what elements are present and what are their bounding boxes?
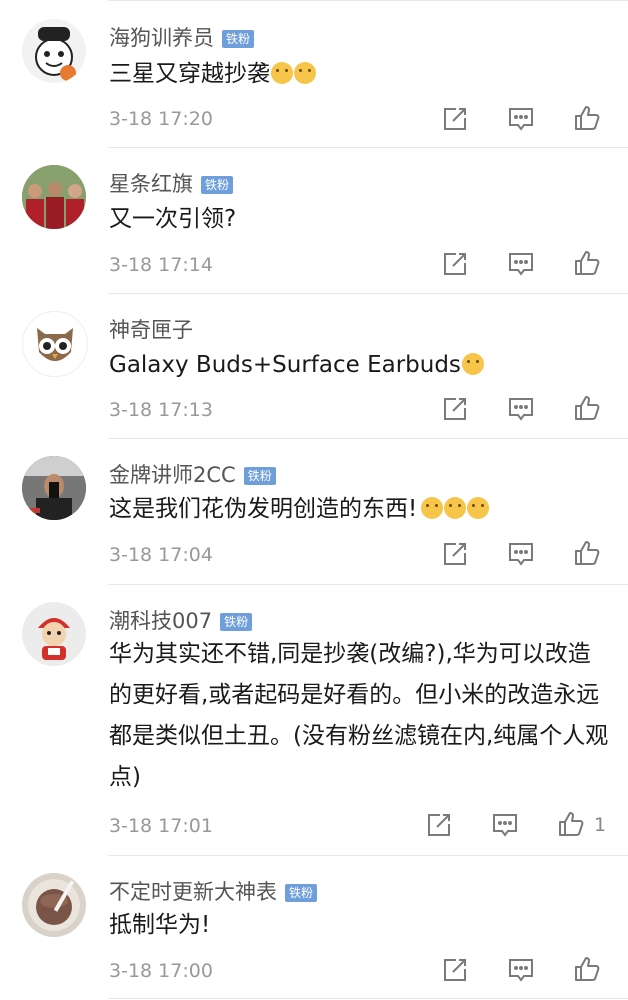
comment-icon[interactable]: [506, 394, 536, 424]
comment-icon[interactable]: [506, 249, 536, 279]
thumbs-up-icon[interactable]: [572, 954, 602, 984]
share-icon[interactable]: [440, 104, 470, 134]
emoji-icon: [271, 62, 293, 84]
avatar[interactable]: [22, 311, 88, 377]
avatar[interactable]: [22, 165, 86, 229]
comment-text: Galaxy Buds+Surface Earbuds: [109, 345, 609, 386]
comment-icon[interactable]: [506, 539, 536, 569]
timestamp: 3-18 17:13: [109, 399, 213, 421]
comment-text: 华为其实还不错,同是抄袭(改编?),华为可以改造的更好看,或者起码是好看的。但小…: [109, 641, 609, 790]
emoji-icon: [294, 62, 316, 84]
like-count: 1: [594, 814, 607, 836]
username[interactable]: 金牌讲师2CC 铁粉: [109, 459, 276, 489]
share-icon[interactable]: [440, 955, 470, 985]
divider: [108, 855, 628, 856]
timestamp: 3-18 17:20: [109, 108, 213, 130]
username[interactable]: 神奇匣子: [109, 314, 193, 344]
timestamp: 3-18 17:04: [109, 544, 213, 566]
comment-text: 抵制华为!: [109, 912, 211, 938]
avatar[interactable]: [22, 602, 86, 666]
thumbs-up-icon[interactable]: [572, 393, 602, 423]
comment-icon[interactable]: [506, 955, 536, 985]
comment-text: 三星又穿越抄袭: [109, 54, 609, 95]
timestamp: 3-18 17:14: [109, 254, 213, 276]
divider: [108, 147, 628, 148]
share-icon[interactable]: [440, 394, 470, 424]
thumbs-up-icon[interactable]: [572, 103, 602, 133]
username[interactable]: 星条红旗 铁粉: [109, 168, 234, 198]
emoji-icon: [461, 353, 484, 375]
fan-badge: 铁粉: [220, 613, 253, 631]
fan-badge: 铁粉: [243, 467, 276, 485]
thumbs-up-icon[interactable]: [572, 248, 602, 278]
divider: [108, 0, 628, 1]
comment-icon[interactable]: [490, 810, 520, 840]
divider: [108, 584, 628, 585]
emoji-icon: [421, 497, 444, 519]
fan-badge: 铁粉: [285, 884, 318, 902]
avatar[interactable]: [22, 19, 86, 83]
comment-list: 海狗训养员 铁粉 三星又穿越抄袭 3-18 17:20 星条红旗 铁粉 又一次引领?…: [0, 0, 628, 1000]
share-icon[interactable]: [440, 539, 470, 569]
timestamp: 3-18 17:01: [109, 815, 213, 837]
share-icon[interactable]: [424, 810, 454, 840]
username[interactable]: 潮科技007 铁粉: [109, 605, 253, 635]
divider: [108, 998, 628, 999]
thumbs-up-icon[interactable]: [556, 809, 586, 839]
avatar[interactable]: [22, 456, 86, 520]
username[interactable]: 海狗训养员 铁粉: [109, 22, 255, 52]
comment-text: 又一次引领?: [109, 206, 237, 232]
timestamp: 3-18 17:00: [109, 960, 213, 982]
emoji-icon: [444, 497, 467, 519]
emoji-icon: [467, 497, 490, 519]
divider: [108, 293, 628, 294]
fan-badge: 铁粉: [222, 30, 255, 48]
comment-icon[interactable]: [506, 104, 536, 134]
avatar[interactable]: [22, 873, 86, 937]
share-icon[interactable]: [440, 249, 470, 279]
thumbs-up-icon[interactable]: [572, 538, 602, 568]
fan-badge: 铁粉: [201, 176, 234, 194]
divider: [108, 438, 628, 439]
username[interactable]: 不定时更新大神表 铁粉: [109, 876, 318, 906]
comment-text: 这是我们花伪发明创造的东西!: [109, 489, 609, 530]
